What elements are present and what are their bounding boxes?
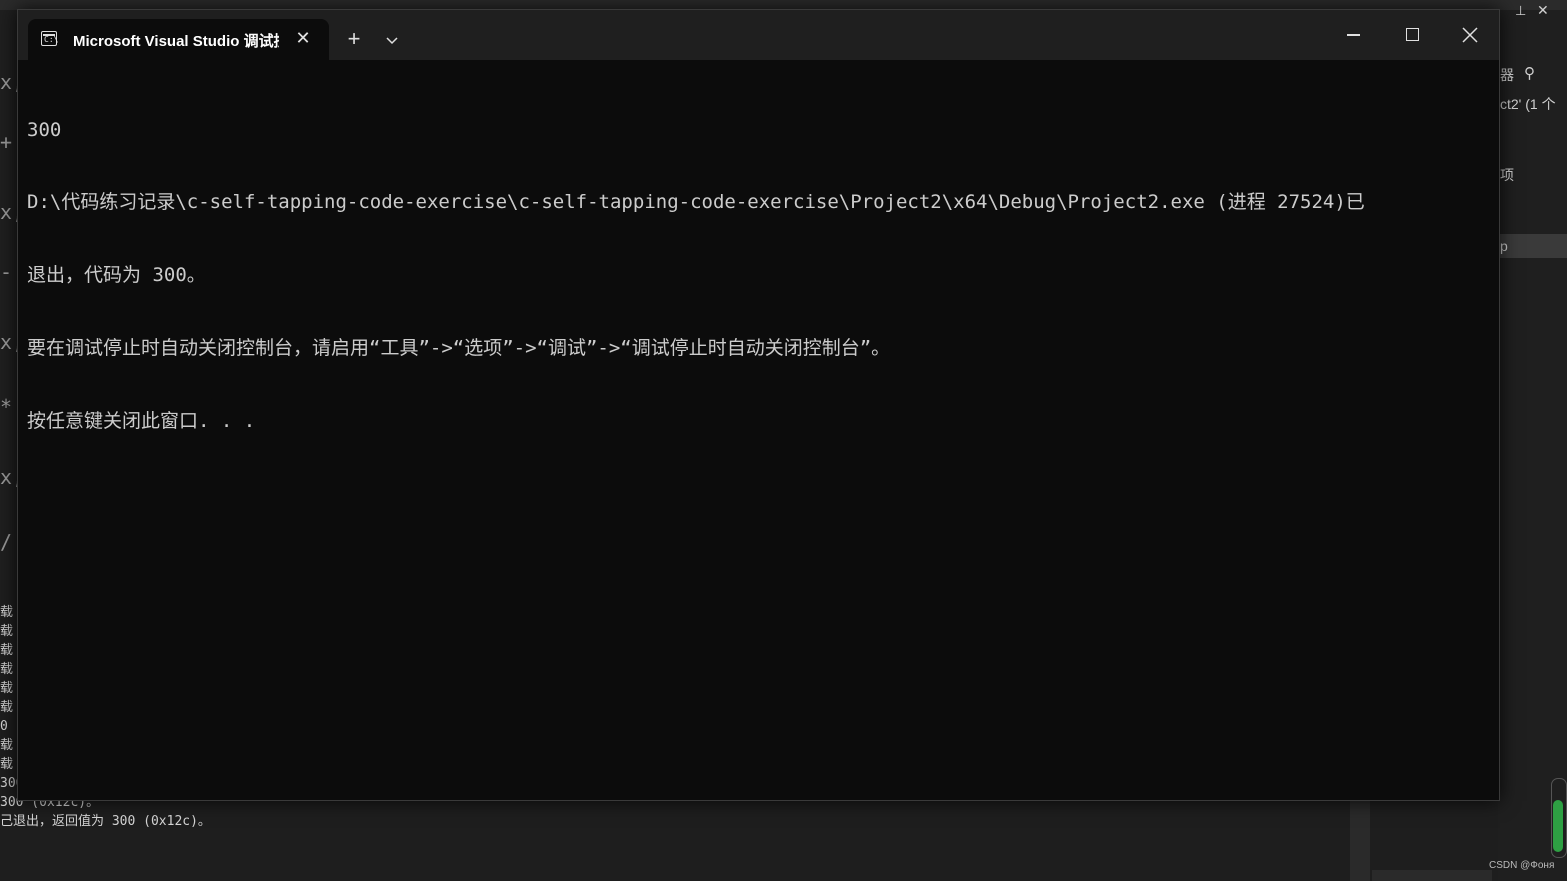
console-line: 要在调试停止时自动关闭控制台，请启用“工具”->“选项”->“调试”->“调试停… [27,337,891,360]
minimize-icon[interactable] [1332,18,1376,50]
close-tab-icon[interactable]: ✕ [292,27,314,49]
ide-selected-row[interactable] [1498,234,1567,258]
console-line: 按任意键关闭此窗口. . . [27,410,256,433]
close-icon[interactable] [1448,18,1492,50]
ide-right-text: 项 [1500,167,1514,183]
pin-icon[interactable]: ⊥ [1515,3,1526,19]
ide-editor-fragments: x, + x, - x, * x, / [0,70,25,554]
ide-horizontal-scrollbar[interactable] [1372,870,1492,881]
output-line: 己退出，返回值为 300 (0x12c)。 [0,814,211,829]
console-window: C:\ Microsoft Visual Studio 调试控制台 ✕ + 30… [17,9,1500,801]
search-icon[interactable]: ⚲ [1524,64,1535,82]
chevron-down-icon[interactable] [380,27,404,53]
close-panel-icon[interactable]: ✕ [1537,2,1549,19]
watermark: CSDN @Фоня [1489,860,1555,871]
console-icon: C:\ [41,31,58,46]
console-tab[interactable]: C:\ Microsoft Visual Studio 调试控制台 ✕ [28,19,329,60]
title-bar[interactable]: C:\ Microsoft Visual Studio 调试控制台 ✕ + [18,10,1499,60]
plus-icon[interactable]: + [341,27,367,53]
ide-scroll-thumb[interactable] [1553,800,1563,852]
ide-solution-explorer [1498,10,1567,881]
console-line: 退出，代码为 300。 [27,264,206,287]
ide-right-text: ct2' (1 个 [1500,96,1556,112]
ide-right-text: 器 [1500,67,1514,83]
console-output[interactable]: 300 D:\代码练习记录\c-self-tapping-code-exerci… [27,69,1487,769]
console-line: D:\代码练习记录\c-self-tapping-code-exercise\c… [27,191,1365,214]
tab-title: Microsoft Visual Studio 调试控制台 [73,33,279,50]
maximize-icon[interactable] [1390,18,1434,50]
ide-right-text: p [1500,238,1508,254]
console-line: 300 [27,118,62,141]
